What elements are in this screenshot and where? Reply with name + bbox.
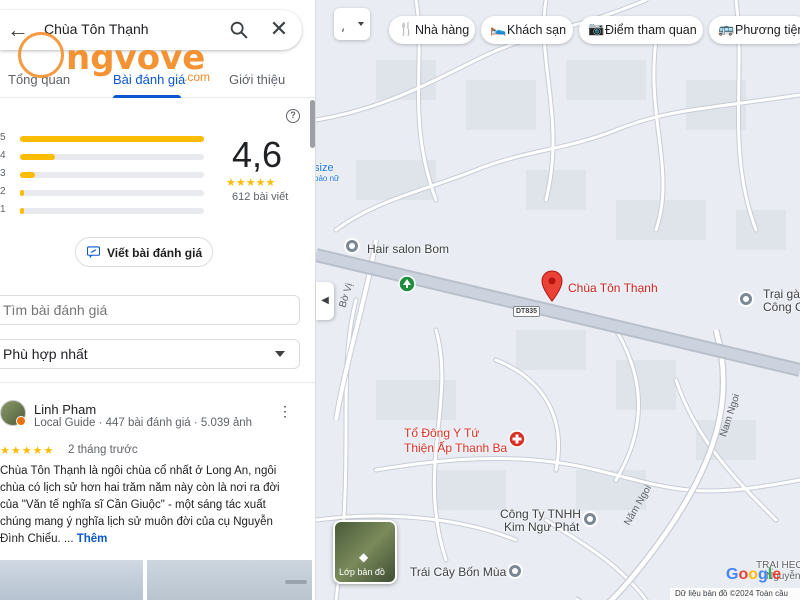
help-icon[interactable]: ? [286, 109, 300, 123]
chip-attractions[interactable]: 📷 Điểm tham quan [579, 16, 703, 44]
review-body: Chùa Tôn Thạnh là ngôi chùa cổ nhất ở Lo… [0, 465, 280, 545]
active-tab-indicator [113, 95, 181, 98]
farm-marker-icon[interactable] [738, 291, 754, 307]
back-arrow-icon[interactable]: ← [6, 18, 30, 42]
sort-dropdown[interactable]: Phù hợp nhất [0, 339, 300, 369]
place-trai-ga-line2[interactable]: Công C [763, 301, 800, 314]
place-cong-ty-line2[interactable]: Kim Ngư Phát [504, 521, 579, 534]
street-lamp-shape [285, 580, 307, 584]
rating-bar-track [20, 136, 204, 142]
place-trai-cay[interactable]: Trái Cây Bốn Mùa [410, 565, 506, 579]
bed-icon: 🛌 [490, 21, 507, 36]
camera-icon: 📷 [588, 21, 605, 36]
place-hair-salon[interactable]: Hair salon Bom [367, 242, 449, 256]
chip-restaurants-label: Nhà hàng [415, 23, 470, 37]
review-photo[interactable] [147, 560, 312, 600]
average-rating: 4,6 [232, 134, 283, 175]
review-stars: ★★★★★ [0, 445, 55, 457]
fruit-shop-marker-icon[interactable] [507, 563, 523, 579]
review-photo[interactable] [0, 560, 143, 600]
rating-row-label: 5 [0, 132, 6, 143]
review-author[interactable]: Linh Pham [34, 402, 96, 417]
chip-attractions-label: Điểm tham quan [605, 23, 697, 37]
chip-transit[interactable]: 🚌 Phương tiện [709, 16, 800, 44]
rating-row-1: 1 [0, 202, 210, 220]
bus-icon: 🚌 [718, 21, 735, 36]
chevron-down-icon [358, 22, 364, 26]
rating-row-label: 1 [0, 204, 6, 215]
map-layers-label: Lớp bản đồ [339, 567, 385, 577]
road-badge-dt835: DT835 [513, 306, 541, 317]
tab-about[interactable]: Giới thiệu [229, 72, 285, 87]
rating-bar-fill [20, 172, 35, 178]
review-count: 612 bài viết [232, 191, 289, 203]
write-review-button[interactable]: Viết bài đánh giá [75, 237, 213, 267]
map-canvas[interactable]: size bảo nữ Hair salon Bom Bờ Vị Nam Ngo… [316, 0, 800, 600]
selected-place-label[interactable]: Chùa Tôn Thạnh [568, 281, 658, 295]
collapse-panel-button[interactable]: ◀ [316, 282, 334, 320]
company-marker-icon[interactable] [582, 511, 598, 527]
review-more-link[interactable]: Thêm [77, 533, 108, 545]
search-icon[interactable] [228, 19, 250, 41]
chip-transit-label: Phương tiện [735, 23, 800, 37]
review-photos [0, 560, 315, 600]
write-review-label: Viết bài đánh giá [107, 246, 203, 260]
tram-icon: ⸲ [341, 18, 345, 33]
place-to-dong-y-line1[interactable]: Tổ Đông Y Tứ [404, 426, 479, 441]
review-text: Chùa Tôn Thạnh là ngôi chùa cổ nhất ở Lo… [0, 463, 296, 548]
rating-bar-track [20, 208, 204, 214]
search-box[interactable]: ← Chùa Tôn Thạnh ✕ [0, 10, 302, 50]
tab-overview[interactable]: Tổng quan [8, 72, 70, 87]
map-label-bao-nu: bảo nữ [316, 174, 340, 183]
tab-bar: Tổng quan Bài đánh giá Giới thiệu [0, 62, 315, 98]
review-search-input[interactable] [0, 295, 300, 325]
chip-restaurants[interactable]: 🍴 Nhà hàng [389, 16, 475, 44]
place-panel: ← Chùa Tôn Thạnh ✕ ngvove .com Tổng quan… [0, 0, 316, 600]
rating-row-5: 5 [0, 130, 210, 148]
fork-knife-icon: 🍴 [398, 21, 415, 36]
place-to-dong-y-line2[interactable]: Thiện Ấp Thanh Ba [404, 441, 507, 456]
rating-row-4: 4 [0, 148, 210, 166]
layers-icon: ◆ [359, 550, 369, 564]
map-layers-button[interactable]: ◆ Lớp bản đồ [333, 520, 397, 584]
rating-bar-track [20, 154, 204, 160]
rating-row-3: 3 [0, 166, 210, 184]
review-date: 2 tháng trước [68, 444, 138, 456]
selected-place-pin-icon[interactable] [541, 270, 563, 302]
rating-bar-fill [20, 136, 204, 142]
medical-marker-icon[interactable] [508, 430, 526, 448]
close-icon[interactable]: ✕ [268, 18, 290, 40]
hair-salon-marker-icon[interactable] [344, 238, 360, 254]
average-stars: ★★★★★ [226, 177, 276, 189]
divider [0, 382, 315, 383]
rating-row-label: 3 [0, 168, 6, 179]
local-guide-badge-icon [16, 416, 26, 426]
rating-bar-track [20, 190, 204, 196]
rating-bar-fill [20, 154, 55, 160]
rating-row-2: 2 [0, 184, 210, 202]
rating-bar-fill [20, 208, 24, 214]
transit-layer-button[interactable]: ⸲ [334, 8, 370, 40]
review-author-meta: Local Guide · 447 bài đánh giá · 5.039 ả… [34, 417, 253, 429]
rating-bar-fill [20, 190, 24, 196]
tab-reviews[interactable]: Bài đánh giá [113, 72, 185, 87]
panel-scrollbar[interactable] [310, 100, 315, 148]
rating-bar-track [20, 172, 204, 178]
write-review-icon [87, 246, 100, 258]
park-marker-icon[interactable] [398, 275, 416, 293]
map-footer: Dữ liệu bản đồ ©2024 Toàn cầu [670, 588, 800, 600]
sort-selected-label: Phù hợp nhất [3, 346, 88, 362]
chip-hotels[interactable]: 🛌 Khách sạn [481, 16, 573, 44]
rating-row-label: 2 [0, 186, 6, 197]
map-label-size: size [316, 162, 334, 174]
chip-hotels-label: Khách sạn [507, 23, 567, 37]
search-query[interactable]: Chùa Tôn Thạnh [44, 21, 149, 37]
dropdown-caret-icon [275, 351, 285, 357]
google-logo: Google [726, 566, 782, 583]
more-options-icon[interactable]: ⋮ [278, 404, 292, 418]
rating-row-label: 4 [0, 150, 6, 161]
